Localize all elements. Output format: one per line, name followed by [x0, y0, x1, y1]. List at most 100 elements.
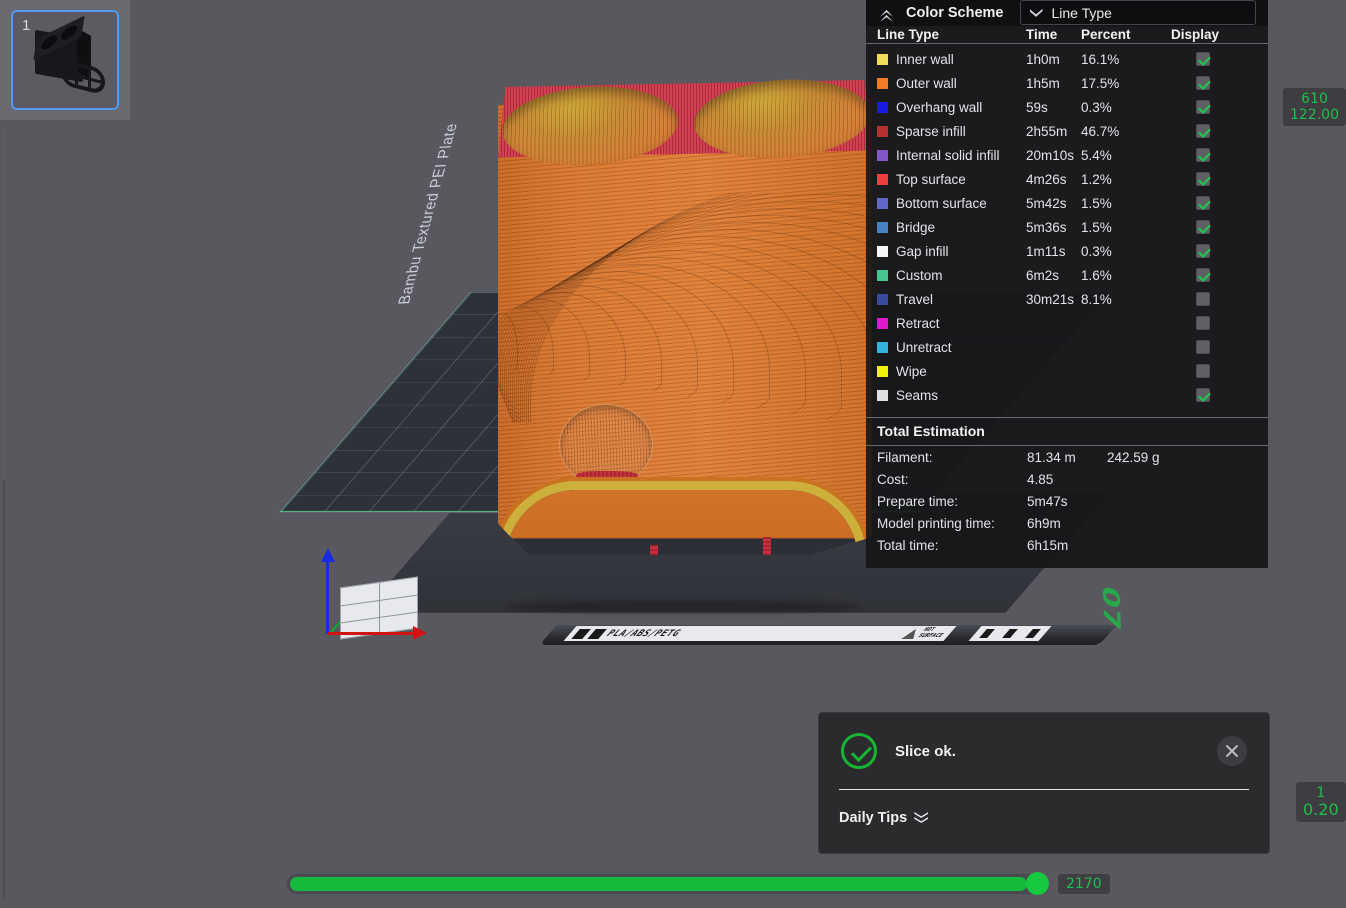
model-top-swirl-pattern — [498, 193, 872, 423]
column-header-time: Time — [1026, 26, 1058, 42]
legend-row: Bridge 5m36s 1.5% — [866, 215, 1268, 239]
legend-row: Custom 6m2s 1.6% — [866, 263, 1268, 287]
legend-row: Overhang wall 59s 0.3% — [866, 95, 1268, 119]
legend-line-type-name: Sparse infill — [896, 123, 966, 139]
total-estimation-row: Filament: 81.34 m 242.59 g — [866, 446, 1268, 468]
color-scheme-header: Color Scheme Line Type — [866, 0, 1268, 26]
legend-display-cell — [1173, 220, 1233, 234]
legend-time: 6m2s — [1026, 267, 1060, 283]
legend-display-checkbox[interactable] — [1196, 244, 1210, 258]
model-body — [498, 105, 872, 555]
axis-z — [326, 556, 329, 634]
legend-color-swatch — [877, 317, 888, 329]
total-estimation-title: Total Estimation — [866, 418, 1268, 446]
column-header-display: Display — [1171, 26, 1220, 42]
legend-time: 5m42s — [1026, 195, 1067, 211]
legend-display-checkbox[interactable] — [1196, 148, 1210, 162]
plate-thumbnail-card[interactable]: 1 — [11, 10, 119, 110]
layer-slider-bottom-height: 0.20 — [1303, 800, 1339, 820]
legend-display-checkbox[interactable] — [1196, 364, 1210, 378]
total-value: 5m47s — [1027, 493, 1068, 509]
legend-display-cell — [1173, 388, 1233, 402]
model-shadow — [504, 600, 860, 614]
legend-color-swatch — [877, 245, 888, 257]
legend-display-checkbox[interactable] — [1196, 316, 1210, 330]
legend-display-cell — [1173, 364, 1233, 378]
legend-display-checkbox[interactable] — [1196, 388, 1210, 402]
plate-thumbnail-panel[interactable]: 1 — [0, 0, 130, 120]
total-label: Total time: — [877, 537, 939, 553]
legend-column-headers: Line Type Time Percent Display — [866, 26, 1268, 44]
legend-percent: 1.5% — [1081, 195, 1112, 211]
moves-slider-thumb[interactable] — [1026, 872, 1049, 895]
bambu-studio-window: PLA/ABS/PETG HOT SURFACE Bambu Textured … — [0, 0, 1346, 908]
total-estimation-row: Model printing time: 6h9m — [866, 512, 1268, 534]
legend-display-checkbox[interactable] — [1196, 52, 1210, 66]
legend-row: Wipe — [866, 359, 1268, 383]
layer-slider-top-height: 122.00 — [1290, 107, 1339, 124]
layer-slider-top-label[interactable]: 610 122.00 — [1283, 88, 1346, 127]
legend-row: Travel 30m21s 8.1% — [866, 287, 1268, 311]
layer-slider-bottom-label[interactable]: 1 0.20 — [1296, 782, 1346, 823]
legend-display-cell — [1173, 244, 1233, 258]
plate-thumbnail-icon — [33, 15, 107, 98]
color-scheme-select[interactable]: Line Type — [1019, 0, 1256, 26]
layer-slider-bottom-layer: 1 — [1316, 785, 1326, 801]
total-value: 6h15m — [1027, 537, 1069, 553]
legend-color-swatch — [877, 197, 888, 209]
legend-display-checkbox[interactable] — [1196, 172, 1210, 186]
daily-tips-label: Daily Tips — [839, 810, 908, 826]
legend-line-type-name: Overhang wall — [896, 99, 983, 115]
legend-display-checkbox[interactable] — [1196, 220, 1210, 234]
legend-display-cell — [1173, 172, 1233, 186]
total-label: Cost: — [877, 471, 909, 487]
legend-row: Seams — [866, 383, 1268, 407]
bed-material-label: PLA/ABS/PETG HOT SURFACE — [563, 626, 957, 641]
color-scheme-selected-value: Line Type — [1051, 4, 1112, 21]
legend-line-type-name: Inner wall — [896, 51, 954, 67]
legend-row: Internal solid infill 20m10s 5.4% — [866, 143, 1268, 167]
legend-row: Bottom surface 5m42s 1.5% — [866, 191, 1268, 215]
legend-display-checkbox[interactable] — [1196, 76, 1210, 90]
legend-percent: 5.4% — [1081, 147, 1112, 163]
legend-row: Sparse infill 2h55m 46.7% — [866, 119, 1268, 143]
legend-time: 1h5m — [1026, 75, 1060, 91]
sliced-model[interactable] — [498, 73, 873, 614]
legend-line-type-name: Travel — [896, 291, 934, 307]
legend-time: 5m36s — [1026, 219, 1067, 235]
total-estimation-rows: Filament: 81.34 m 242.59 g Cost: 4.85 Prepare… — [866, 446, 1268, 556]
legend-row: Top surface 4m26s 1.2% — [866, 167, 1268, 191]
legend-line-type-name: Gap infill — [896, 243, 949, 259]
legend-percent: 46.7% — [1081, 123, 1120, 139]
origin-cube — [340, 576, 418, 640]
legend-row: Outer wall 1h5m 17.5% — [866, 71, 1268, 95]
daily-tips-toggle[interactable]: Daily Tips — [819, 790, 1269, 826]
left-rail-track-filled — [3, 130, 5, 480]
legend-display-checkbox[interactable] — [1196, 100, 1210, 114]
legend-color-swatch — [877, 365, 888, 377]
legend-display-checkbox[interactable] — [1196, 340, 1210, 354]
legend-display-checkbox[interactable] — [1196, 124, 1210, 138]
close-icon[interactable] — [1217, 736, 1247, 766]
chevron-up-icon[interactable] — [878, 4, 896, 22]
legend-color-swatch — [877, 149, 888, 161]
layer-slider-top-layer: 610 — [1301, 91, 1328, 107]
legend-display-checkbox[interactable] — [1196, 292, 1210, 306]
total-label: Model printing time: — [877, 515, 995, 531]
legend-line-type-name: Bridge — [896, 219, 936, 235]
check-circle-icon — [841, 733, 877, 769]
legend-rows: Inner wall 1h0m 16.1% Outer wall 1h5m 17.5% Ov… — [866, 44, 1268, 407]
legend-display-cell — [1173, 124, 1233, 138]
bed-side-icon-3 — [1025, 629, 1042, 638]
chevron-down-icon — [1030, 9, 1043, 17]
legend-percent: 16.1% — [1081, 51, 1120, 67]
moves-slider-track[interactable] — [286, 873, 1050, 895]
bed-side-icons — [968, 626, 1052, 641]
legend-display-checkbox[interactable] — [1196, 268, 1210, 282]
plate-name-label: Bambu Textured PEI Plate — [395, 122, 462, 306]
legend-percent: 17.5% — [1081, 75, 1120, 91]
legend-time: 1m11s — [1026, 243, 1066, 259]
legend-display-checkbox[interactable] — [1196, 196, 1210, 210]
legend-line-type-name: Retract — [896, 315, 940, 331]
legend-display-cell — [1173, 268, 1233, 282]
